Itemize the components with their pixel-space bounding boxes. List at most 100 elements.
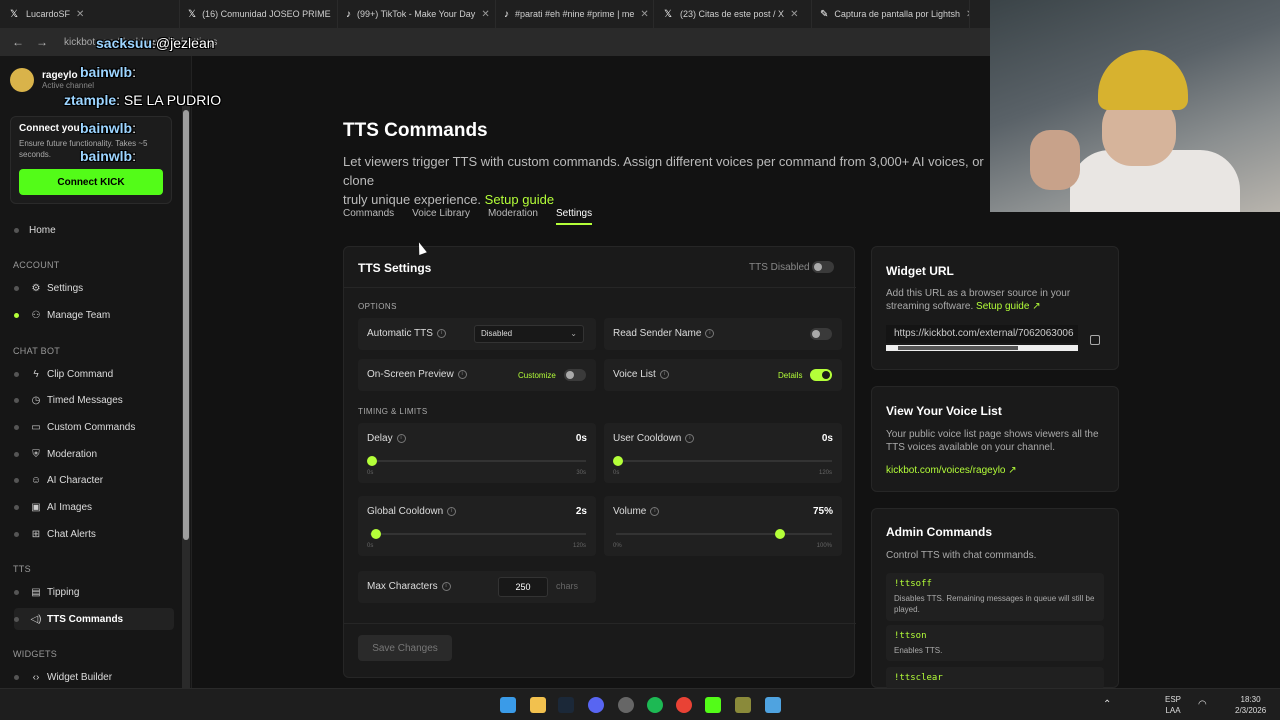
- delay-value: 0s: [575, 433, 587, 444]
- forward-icon[interactable]: →: [32, 32, 52, 52]
- sidebar-item-widget-builder[interactable]: ‹› Widget Builder: [14, 666, 112, 688]
- chevron-up-icon[interactable]: ⌃: [1103, 699, 1111, 710]
- close-icon[interactable]: ✕: [481, 9, 489, 20]
- info-icon[interactable]: i: [705, 328, 715, 338]
- close-icon[interactable]: ✕: [76, 9, 84, 20]
- browser-tab[interactable]: ✎Captura de pantalla por Lightsh✕: [812, 0, 970, 28]
- slider-thumb[interactable]: [775, 529, 785, 539]
- slider-max: 120s: [818, 470, 832, 476]
- info-icon[interactable]: i: [685, 433, 695, 443]
- start-icon[interactable]: [500, 697, 516, 713]
- browser-tab[interactable]: ♪ (99+) TikTok - Make Your Day ✕: [338, 0, 496, 28]
- back-icon[interactable]: ←: [8, 32, 28, 52]
- sidebar-item-ai-images[interactable]: ▣ AI Images: [14, 496, 92, 518]
- user-cooldown-slider[interactable]: User Cooldown i 0s 0s 120s: [604, 423, 842, 483]
- slider-thumb[interactable]: [370, 529, 381, 539]
- info-icon[interactable]: i: [441, 581, 451, 591]
- automatic-tts-select[interactable]: Disabled ⌄: [474, 325, 584, 343]
- voice-list-row: Voice List i Details: [604, 359, 842, 391]
- details-link[interactable]: Details: [778, 371, 802, 380]
- tab-moderation[interactable]: Moderation: [488, 208, 538, 225]
- on-screen-preview-toggle[interactable]: [564, 369, 586, 381]
- language-indicator[interactable]: ESP LAA: [1165, 694, 1181, 716]
- sidebar-item-custom-commands[interactable]: ▭ Custom Commands: [14, 416, 135, 438]
- tip-icon: ▤: [31, 586, 41, 598]
- sidebar-item-tts-commands[interactable]: ◁) TTS Commands: [14, 608, 174, 630]
- tiktok-icon: ♪: [504, 8, 509, 20]
- automatic-tts-row: Automatic TTS i Disabled ⌄: [358, 318, 596, 350]
- save-changes-button[interactable]: Save Changes: [358, 635, 452, 661]
- volume-value: 75%: [812, 506, 833, 517]
- close-icon[interactable]: ✕: [640, 9, 648, 20]
- shield-icon: ⛨: [32, 448, 40, 460]
- browser-tab[interactable]: 𝕏 (23) Citas de este post / X ✕: [654, 0, 812, 28]
- folder-icon[interactable]: [530, 697, 546, 713]
- close-icon[interactable]: ✕: [790, 9, 798, 20]
- spotify-icon[interactable]: [647, 697, 663, 713]
- sidebar-item-manage-team[interactable]: ⚇ Manage Team: [14, 304, 110, 326]
- close-icon[interactable]: ✕: [966, 9, 969, 20]
- volume-slider[interactable]: Volume i 75% 0% 100%: [604, 496, 842, 556]
- sidebar-item-settings[interactable]: ⚙ Settings: [14, 277, 83, 299]
- browser-tab[interactable]: ♪ #parati #eh #nine #prime | me ✕: [496, 0, 654, 28]
- read-sender-toggle[interactable]: [810, 328, 832, 340]
- connect-kick-button[interactable]: Connect KICK: [19, 169, 163, 195]
- delay-slider[interactable]: Delay i 0s 0s 30s: [358, 423, 596, 483]
- sidebar-item-clip-command[interactable]: ϟ Clip Command: [14, 363, 113, 385]
- info-icon[interactable]: i: [436, 328, 446, 338]
- customize-link[interactable]: Customize: [518, 371, 556, 380]
- tab-settings[interactable]: Settings: [555, 208, 593, 225]
- sidebar-item-chat-alerts[interactable]: ⊞ Chat Alerts: [14, 523, 96, 545]
- url-scroll-thumb[interactable]: [898, 346, 1018, 350]
- external-link-icon: ↗: [1008, 465, 1017, 476]
- copy-icon[interactable]: [1090, 335, 1100, 345]
- global-cooldown-slider[interactable]: Global Cooldown i 2s 0s 120s: [358, 496, 596, 556]
- setup-guide-link[interactable]: Setup guide: [485, 192, 554, 207]
- slider-thumb[interactable]: [367, 456, 377, 466]
- sidebar-item-timed-messages[interactable]: ◷ Timed Messages: [14, 389, 123, 411]
- section-tts: TTS: [13, 564, 31, 574]
- sidebar-item-ai-character[interactable]: ☺ AI Character: [14, 469, 103, 491]
- browser-tab[interactable]: 𝕏 LucardoSF ✕: [0, 0, 180, 28]
- max-characters-input[interactable]: 250: [498, 577, 548, 597]
- tts-status-label: TTS Disabled: [749, 262, 810, 273]
- sidebar-scroll-thumb[interactable]: [183, 110, 189, 540]
- url-scrollbar[interactable]: [886, 345, 1078, 351]
- app-icon[interactable]: [618, 697, 634, 713]
- tts-enable-toggle[interactable]: [812, 261, 834, 273]
- bullet-icon: [14, 227, 19, 233]
- info-icon[interactable]: i: [650, 506, 660, 516]
- widget-url-field[interactable]: https://kickbot.com/external/7062063006: [886, 325, 1078, 343]
- gear-icon: ⚙: [31, 282, 41, 294]
- steam-icon[interactable]: [558, 697, 574, 713]
- slider-min: 0%: [613, 543, 622, 549]
- tab-voice-library[interactable]: Voice Library: [412, 208, 470, 225]
- app-icon[interactable]: [735, 697, 751, 713]
- slider-thumb[interactable]: [613, 456, 623, 466]
- widget-setup-guide-link[interactable]: Setup guide: [976, 301, 1029, 312]
- sidebar-item-home[interactable]: Home: [14, 219, 56, 241]
- kick-icon[interactable]: [705, 697, 721, 713]
- command-desc: Disables TTS. Remaining messages in queu…: [894, 594, 1095, 614]
- sidebar-item-tipping[interactable]: ▤ Tipping: [14, 581, 79, 603]
- webcam-beanie: [1098, 50, 1188, 110]
- info-icon[interactable]: i: [447, 506, 457, 516]
- chrome-icon[interactable]: [676, 697, 692, 713]
- voice-list-link[interactable]: kickbot.com/voices/rageylo ↗: [886, 465, 1017, 476]
- clock[interactable]: 18:30 2/3/2026: [1235, 694, 1266, 716]
- browser-tab[interactable]: 𝕏(16) Comunidad JOSEO PRIME✕: [180, 0, 338, 28]
- info-icon[interactable]: i: [457, 369, 467, 379]
- read-sender-row: Read Sender Name i: [604, 318, 842, 350]
- bullet-icon: [14, 616, 19, 622]
- notepad-icon[interactable]: [765, 697, 781, 713]
- feather-icon: ✎: [820, 8, 829, 20]
- info-icon[interactable]: i: [396, 433, 406, 443]
- voice-list-toggle[interactable]: [810, 369, 832, 381]
- timing-label: TIMING & LIMITS: [358, 407, 428, 416]
- wifi-icon[interactable]: ◠: [1198, 699, 1207, 710]
- sidebar-item-moderation[interactable]: ⛨ Moderation: [14, 443, 97, 465]
- section-chatbot: CHAT BOT: [13, 346, 61, 356]
- discord-icon[interactable]: [588, 697, 604, 713]
- tab-commands[interactable]: Commands: [343, 208, 394, 225]
- info-icon[interactable]: i: [659, 369, 669, 379]
